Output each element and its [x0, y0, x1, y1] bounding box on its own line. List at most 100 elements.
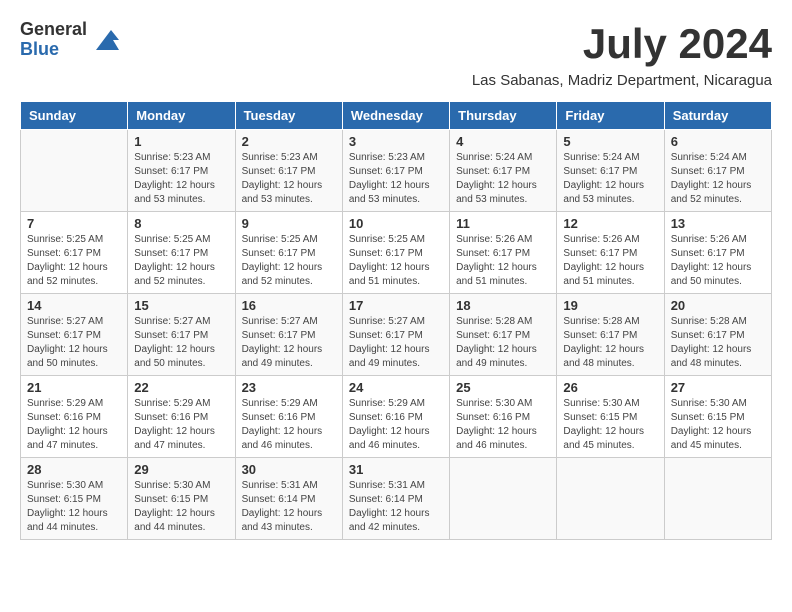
- day-number: 12: [563, 216, 657, 231]
- day-info: Sunrise: 5:30 AM Sunset: 6:15 PM Dayligh…: [671, 397, 765, 453]
- calendar-cell: [21, 130, 128, 212]
- calendar-cell: 11Sunrise: 5:26 AM Sunset: 6:17 PM Dayli…: [450, 212, 557, 294]
- calendar-cell: 12 Sunrise: 5:26 AM Sunset: 6:17 PM Dayli…: [557, 212, 664, 294]
- calendar-cell: 10 Sunrise: 5:25 AM Sunset: 6:17 PM Dayli…: [342, 212, 449, 294]
- calendar-header-tuesday: Tuesday: [235, 102, 342, 130]
- day-info: Sunrise: 5:26 AM Sunset: 6:17 PM Dayligh…: [456, 233, 550, 289]
- day-info: Sunrise: 5:25 AM Sunset: 6:17 PM Dayligh…: [349, 233, 443, 289]
- calendar-week-row: 21 Sunrise: 5:29 AM Sunset: 6:16 PM Dayli…: [21, 376, 772, 458]
- calendar-cell: 3 Sunrise: 5:23 AM Sunset: 6:17 PM Daylig…: [342, 130, 449, 212]
- calendar-header-wednesday: Wednesday: [342, 102, 449, 130]
- day-info: Sunrise: 5:30 AM Sunset: 6:15 PM Dayligh…: [27, 479, 121, 535]
- calendar-table: SundayMondayTuesdayWednesdayThursdayFrid…: [20, 101, 772, 540]
- day-info: Sunrise: 5:23 AM Sunset: 6:17 PM Dayligh…: [242, 151, 336, 207]
- calendar-cell: 22 Sunrise: 5:29 AM Sunset: 6:16 PM Dayli…: [128, 376, 235, 458]
- day-number: 5: [563, 134, 657, 149]
- page-header: General Blue July 2024: [20, 20, 772, 68]
- calendar-cell: 31 Sunrise: 5:31 AM Sunset: 6:14 PM Dayli…: [342, 458, 449, 540]
- day-number: 28: [27, 462, 121, 477]
- day-info: Sunrise: 5:31 AM Sunset: 6:14 PM Dayligh…: [349, 479, 443, 535]
- calendar-cell: 27 Sunrise: 5:30 AM Sunset: 6:15 PM Dayli…: [664, 376, 771, 458]
- calendar-cell: 9 Sunrise: 5:25 AM Sunset: 6:17 PM Daylig…: [235, 212, 342, 294]
- calendar-week-row: 7 Sunrise: 5:25 AM Sunset: 6:17 PM Daylig…: [21, 212, 772, 294]
- day-info: Sunrise: 5:26 AM Sunset: 6:17 PM Dayligh…: [563, 233, 657, 289]
- calendar-cell: 8Sunrise: 5:25 AM Sunset: 6:17 PM Daylig…: [128, 212, 235, 294]
- day-number: 17: [349, 298, 443, 313]
- day-info: Sunrise: 5:29 AM Sunset: 6:16 PM Dayligh…: [349, 397, 443, 453]
- day-number: 3: [349, 134, 443, 149]
- day-info: Sunrise: 5:27 AM Sunset: 6:17 PM Dayligh…: [134, 315, 228, 371]
- day-number: 22: [134, 380, 228, 395]
- day-number: 8: [134, 216, 228, 231]
- day-number: 23: [242, 380, 336, 395]
- calendar-header-monday: Monday: [128, 102, 235, 130]
- logo: General Blue: [20, 20, 121, 60]
- calendar-header-thursday: Thursday: [450, 102, 557, 130]
- day-info: Sunrise: 5:27 AM Sunset: 6:17 PM Dayligh…: [349, 315, 443, 371]
- calendar-cell: [450, 458, 557, 540]
- calendar-cell: 21Sunrise: 5:29 AM Sunset: 6:16 PM Dayli…: [21, 376, 128, 458]
- logo-blue-text: Blue: [20, 40, 87, 60]
- day-info: Sunrise: 5:23 AM Sunset: 6:17 PM Dayligh…: [134, 151, 228, 207]
- logo-icon: [91, 25, 121, 55]
- day-info: Sunrise: 5:25 AM Sunset: 6:17 PM Dayligh…: [27, 233, 121, 289]
- day-number: 20: [671, 298, 765, 313]
- day-number: 16: [242, 298, 336, 313]
- day-info: Sunrise: 5:29 AM Sunset: 6:16 PM Dayligh…: [134, 397, 228, 453]
- calendar-cell: 4 Sunrise: 5:24 AM Sunset: 6:17 PM Daylig…: [450, 130, 557, 212]
- day-number: 6: [671, 134, 765, 149]
- day-info: Sunrise: 5:24 AM Sunset: 6:17 PM Dayligh…: [671, 151, 765, 207]
- day-info: Sunrise: 5:29 AM Sunset: 6:16 PM Dayligh…: [242, 397, 336, 453]
- day-number: 14: [27, 298, 121, 313]
- month-title: July 2024: [583, 20, 772, 68]
- page-subtitle: Las Sabanas, Madriz Department, Nicaragu…: [20, 72, 772, 89]
- calendar-cell: 26 Sunrise: 5:30 AM Sunset: 6:15 PM Dayli…: [557, 376, 664, 458]
- calendar-cell: 18 Sunrise: 5:28 AM Sunset: 6:17 PM Dayli…: [450, 294, 557, 376]
- day-number: 15: [134, 298, 228, 313]
- day-number: 9: [242, 216, 336, 231]
- calendar-cell: 19Sunrise: 5:28 AM Sunset: 6:17 PM Dayli…: [557, 294, 664, 376]
- calendar-cell: 23 Sunrise: 5:29 AM Sunset: 6:16 PM Dayli…: [235, 376, 342, 458]
- day-number: 4: [456, 134, 550, 149]
- calendar-cell: 16Sunrise: 5:27 AM Sunset: 6:17 PM Dayli…: [235, 294, 342, 376]
- calendar-header-friday: Friday: [557, 102, 664, 130]
- calendar-cell: 13 Sunrise: 5:26 AM Sunset: 6:17 PM Dayli…: [664, 212, 771, 294]
- day-number: 21: [27, 380, 121, 395]
- day-number: 19: [563, 298, 657, 313]
- day-number: 26: [563, 380, 657, 395]
- calendar-cell: 17 Sunrise: 5:27 AM Sunset: 6:17 PM Dayli…: [342, 294, 449, 376]
- day-info: Sunrise: 5:27 AM Sunset: 6:17 PM Dayligh…: [27, 315, 121, 371]
- day-info: Sunrise: 5:28 AM Sunset: 6:17 PM Dayligh…: [671, 315, 765, 371]
- day-info: Sunrise: 5:30 AM Sunset: 6:15 PM Dayligh…: [134, 479, 228, 535]
- day-number: 25: [456, 380, 550, 395]
- day-info: Sunrise: 5:28 AM Sunset: 6:17 PM Dayligh…: [456, 315, 550, 371]
- day-info: Sunrise: 5:30 AM Sunset: 6:16 PM Dayligh…: [456, 397, 550, 453]
- calendar-week-row: 1Sunrise: 5:23 AM Sunset: 6:17 PM Daylig…: [21, 130, 772, 212]
- calendar-cell: 20 Sunrise: 5:28 AM Sunset: 6:17 PM Dayli…: [664, 294, 771, 376]
- calendar-week-row: 14 Sunrise: 5:27 AM Sunset: 6:17 PM Dayli…: [21, 294, 772, 376]
- calendar-cell: 30Sunrise: 5:31 AM Sunset: 6:14 PM Dayli…: [235, 458, 342, 540]
- calendar-header-row: SundayMondayTuesdayWednesdayThursdayFrid…: [21, 102, 772, 130]
- day-info: Sunrise: 5:24 AM Sunset: 6:17 PM Dayligh…: [456, 151, 550, 207]
- day-info: Sunrise: 5:30 AM Sunset: 6:15 PM Dayligh…: [563, 397, 657, 453]
- calendar-cell: 6 Sunrise: 5:24 AM Sunset: 6:17 PM Daylig…: [664, 130, 771, 212]
- day-number: 18: [456, 298, 550, 313]
- calendar-cell: 1Sunrise: 5:23 AM Sunset: 6:17 PM Daylig…: [128, 130, 235, 212]
- day-number: 13: [671, 216, 765, 231]
- calendar-cell: 24Sunrise: 5:29 AM Sunset: 6:16 PM Dayli…: [342, 376, 449, 458]
- day-info: Sunrise: 5:24 AM Sunset: 6:17 PM Dayligh…: [563, 151, 657, 207]
- day-number: 27: [671, 380, 765, 395]
- day-info: Sunrise: 5:26 AM Sunset: 6:17 PM Dayligh…: [671, 233, 765, 289]
- day-number: 31: [349, 462, 443, 477]
- logo-general-text: General: [20, 20, 87, 40]
- calendar-body: 1Sunrise: 5:23 AM Sunset: 6:17 PM Daylig…: [21, 130, 772, 540]
- day-number: 7: [27, 216, 121, 231]
- day-info: Sunrise: 5:23 AM Sunset: 6:17 PM Dayligh…: [349, 151, 443, 207]
- day-number: 10: [349, 216, 443, 231]
- day-number: 2: [242, 134, 336, 149]
- calendar-header-sunday: Sunday: [21, 102, 128, 130]
- calendar-cell: 7 Sunrise: 5:25 AM Sunset: 6:17 PM Daylig…: [21, 212, 128, 294]
- day-info: Sunrise: 5:25 AM Sunset: 6:17 PM Dayligh…: [242, 233, 336, 289]
- calendar-cell: 25 Sunrise: 5:30 AM Sunset: 6:16 PM Dayli…: [450, 376, 557, 458]
- calendar-cell: [664, 458, 771, 540]
